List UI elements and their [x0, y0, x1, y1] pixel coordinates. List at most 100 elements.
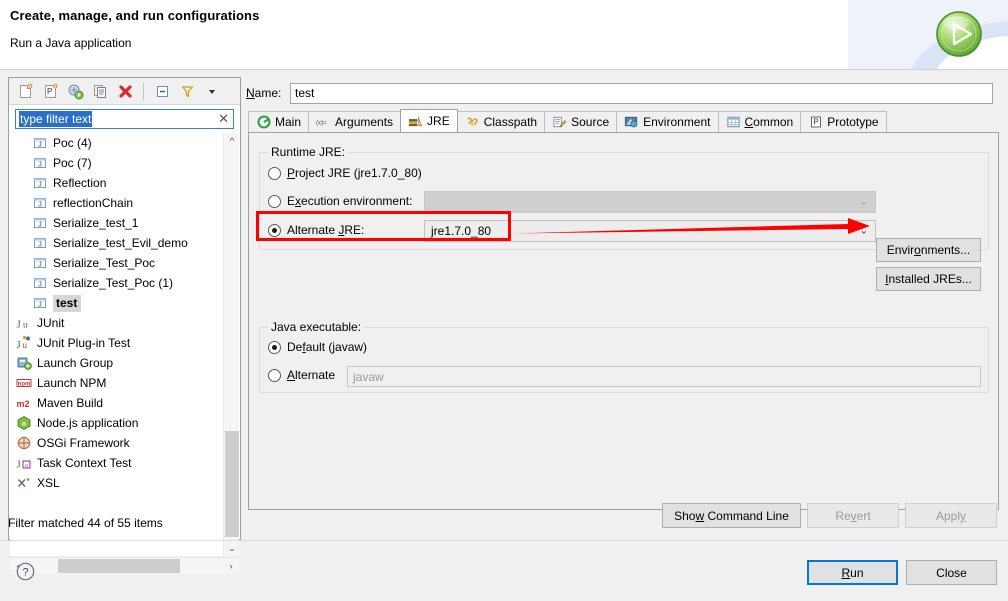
execution-environment-combo[interactable]: ⌄	[424, 191, 876, 213]
show-command-line-label: Show Command Line	[674, 508, 789, 523]
delete-configuration-icon[interactable]	[114, 80, 136, 102]
execution-environment-radio[interactable]	[268, 194, 281, 208]
tree-item[interactable]: n Node.js application	[10, 413, 223, 433]
page-title: Create, manage, and run configurations	[10, 8, 260, 23]
svg-text:(x)=: (x)=	[316, 119, 327, 126]
tree-item[interactable]: Jtest	[10, 293, 223, 313]
tree-item[interactable]: J Serialize_Test_Poc (1)	[10, 273, 223, 293]
tree-item[interactable]: Ju JUnit Plug-in Test	[10, 333, 223, 353]
tree-item[interactable]: m2 Maven Build	[10, 393, 223, 413]
svg-text:J: J	[38, 141, 42, 148]
tree-item-label: Task Context Test	[37, 455, 132, 470]
tree-item[interactable]: J Poc (7)	[10, 153, 223, 173]
close-button[interactable]: Close	[906, 560, 997, 585]
tree-item-label: JUnit Plug-in Test	[37, 335, 131, 350]
alternate-jre-value: jre1.7.0_80	[431, 224, 492, 238]
alternate-jre-radio-row[interactable]: Alternate JRE:	[268, 223, 364, 237]
svg-text:m2: m2	[17, 399, 30, 409]
tab-classpath[interactable]: Classpath	[456, 111, 546, 132]
run-button[interactable]: Run	[807, 560, 898, 585]
alternate-jre-label: Alternate JRE:	[287, 223, 365, 237]
jre-tab-icon	[408, 114, 423, 129]
tree-item[interactable]: OSGi Framework	[10, 433, 223, 453]
tab-label: Source	[571, 115, 610, 129]
npm-icon: npm	[16, 375, 32, 391]
configuration-tabs: Main (x)= Arguments JRE Classpath Source…	[248, 109, 887, 132]
chevron-up-icon[interactable]: ^	[224, 133, 240, 149]
tree-item[interactable]: Launch Group	[10, 353, 223, 373]
alternate-jre-radio[interactable]	[268, 223, 281, 237]
view-menu-icon[interactable]	[201, 80, 223, 102]
horizontal-scroll-thumb[interactable]	[58, 559, 180, 573]
new-prototype-icon[interactable]: P	[39, 80, 61, 102]
tab-prototype[interactable]: P Prototype	[800, 111, 887, 132]
tree-item[interactable]: npm Launch NPM	[10, 373, 223, 393]
help-question-icon[interactable]: ?	[16, 562, 35, 581]
tab-environment[interactable]: Environment	[616, 111, 719, 132]
show-command-line-button[interactable]: Show Command Line	[662, 503, 801, 528]
alternate-jre-combo[interactable]: jre1.7.0_80 ⌄	[424, 220, 876, 242]
chevron-down-icon[interactable]: ⌄	[224, 540, 240, 556]
chevron-down-icon[interactable]: ⌄	[860, 226, 868, 237]
java-launch-icon: J	[32, 155, 48, 171]
alternate-javaw-input[interactable]: javaw	[347, 366, 981, 387]
project-jre-radio-row[interactable]: Project JRE (jre1.7.0_80)	[268, 166, 422, 180]
svg-text:n: n	[22, 421, 26, 428]
configurations-tree[interactable]: J Poc (4) J Poc (7) J Reflection JreflectionCh…	[10, 133, 223, 556]
tab-arguments[interactable]: (x)= Arguments	[308, 111, 402, 132]
revert-label: Revert	[835, 508, 871, 523]
collapse-all-icon[interactable]	[151, 80, 173, 102]
tree-item-label: Serialize_test_Evil_demo	[53, 235, 188, 250]
tree-item-label: Serialize_Test_Poc	[53, 255, 156, 270]
svg-text:J: J	[38, 261, 42, 268]
header-decoration	[848, 0, 1008, 69]
filter-input-row[interactable]: type filter text ✕	[15, 109, 234, 129]
chevron-right-icon[interactable]: ›	[223, 558, 239, 574]
tree-horizontal-scrollbar[interactable]: ‹ ›	[10, 557, 239, 574]
configuration-name-input[interactable]	[290, 82, 993, 104]
revert-button[interactable]: Revert	[807, 503, 899, 528]
execution-environment-radio-row[interactable]: Execution environment:	[268, 194, 412, 208]
clear-icon[interactable]: ✕	[218, 112, 229, 126]
filter-icon[interactable]	[176, 80, 198, 102]
default-javaw-radio[interactable]	[268, 340, 281, 354]
tab-label: Environment	[643, 115, 711, 129]
new-configuration-icon[interactable]	[14, 80, 36, 102]
alternate-javaw-radio-row[interactable]: Alternate	[268, 368, 335, 382]
svg-text:J: J	[38, 301, 42, 308]
java-launch-icon: J	[32, 295, 48, 311]
tab-label: Common	[744, 115, 794, 129]
tab-main[interactable]: Main	[248, 111, 310, 132]
tree-item[interactable]: J Reflection	[10, 173, 223, 193]
alternate-javaw-radio[interactable]	[268, 368, 281, 382]
export-configuration-icon[interactable]	[64, 80, 86, 102]
tree-item-label: Launch Group	[37, 355, 114, 370]
tree-item-label: Reflection	[53, 175, 107, 190]
svg-text:J: J	[38, 281, 42, 288]
tree-item[interactable]: XSL	[10, 473, 223, 493]
page-subtitle: Run a Java application	[10, 36, 132, 50]
installed-jres-button[interactable]: Installed JREs...	[876, 267, 981, 291]
tree-vertical-scrollbar[interactable]: ^ ⌄	[223, 133, 239, 556]
project-jre-radio[interactable]	[268, 166, 281, 180]
tree-item[interactable]: J Serialize_test_Evil_demo	[10, 233, 223, 253]
tree-item[interactable]: Ju JUnit	[10, 313, 223, 333]
tree-item-label: Launch NPM	[37, 375, 107, 390]
tree-item[interactable]: JreflectionChain	[10, 193, 223, 213]
tab-source[interactable]: Source	[544, 111, 618, 132]
apply-button[interactable]: Apply	[905, 503, 997, 528]
tab-common[interactable]: Common	[717, 111, 802, 132]
tree-item-label: Node.js application	[37, 415, 139, 430]
tree-item[interactable]: J Serialize_test_1	[10, 213, 223, 233]
tree-item[interactable]: J Poc (4)	[10, 133, 223, 153]
tree-item[interactable]: Ju Task Context Test	[10, 453, 223, 473]
common-tab-icon	[726, 115, 741, 130]
default-javaw-radio-row[interactable]: Default (javaw)	[268, 340, 367, 354]
tab-jre[interactable]: JRE	[400, 109, 458, 132]
svg-text:?: ?	[22, 566, 28, 578]
search-input[interactable]: type filter text	[19, 111, 93, 127]
tree-item[interactable]: J Serialize_Test_Poc	[10, 253, 223, 273]
chevron-down-icon[interactable]: ⌄	[860, 197, 868, 208]
environments-button[interactable]: Environments...	[876, 238, 981, 262]
duplicate-configuration-icon[interactable]	[89, 80, 111, 102]
